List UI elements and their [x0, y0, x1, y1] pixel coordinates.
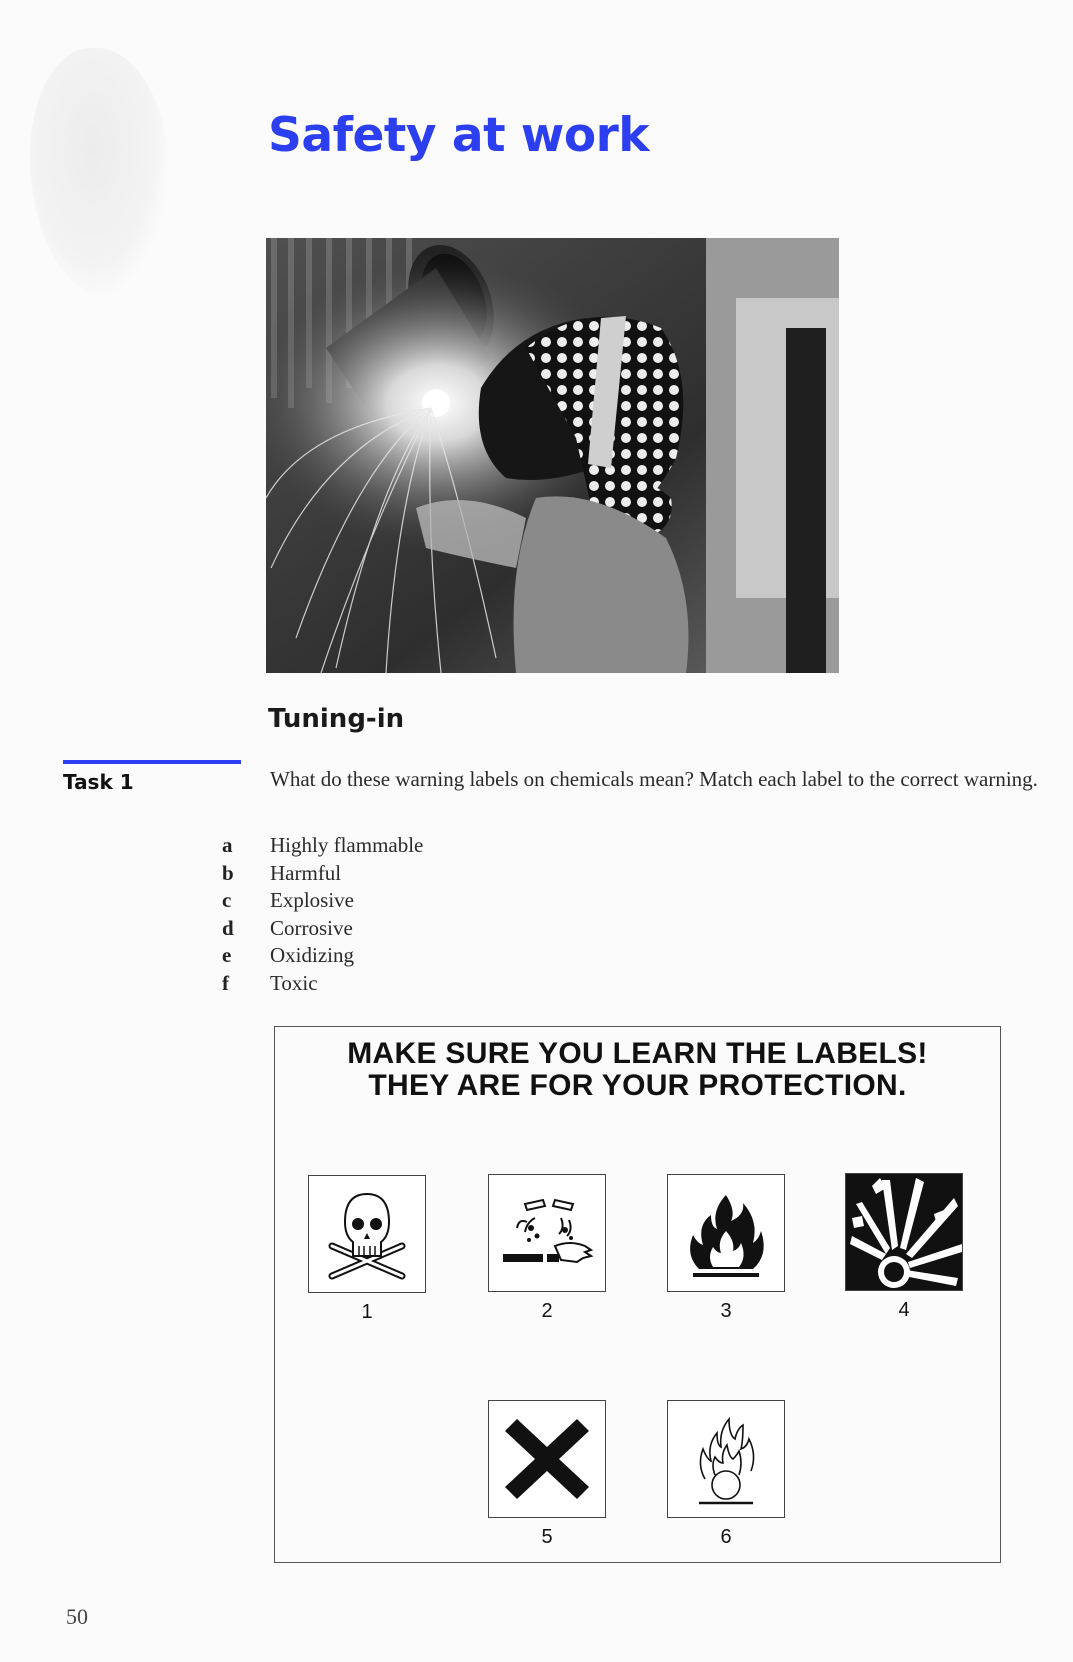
- label-number: 5: [541, 1526, 553, 1548]
- task-divider: [63, 760, 241, 764]
- option-item: c Explosive: [222, 887, 423, 915]
- box-heading-line-2: THEY ARE FOR YOUR PROTECTION.: [368, 1069, 907, 1102]
- explosion-icon: [846, 1174, 962, 1290]
- hazard-label-5: 5: [488, 1400, 606, 1549]
- task-label: Task 1: [63, 770, 134, 794]
- skull-crossbones-icon: [328, 1192, 406, 1280]
- box-heading-line-1: MAKE SURE YOU LEARN THE LABELS!: [347, 1037, 928, 1070]
- label-number: 1: [361, 1301, 373, 1323]
- option-letter: b: [222, 860, 234, 885]
- task-instructions: What do these warning labels on chemical…: [270, 767, 1038, 791]
- option-text: Highly flammable: [270, 833, 424, 857]
- hazard-label-4: 4: [845, 1173, 963, 1322]
- section-heading: Tuning-in: [268, 704, 405, 734]
- flame-over-circle-icon: [699, 1416, 755, 1505]
- page-title: Safety at work: [268, 108, 650, 163]
- option-item: a Highly flammable: [222, 832, 423, 860]
- option-text: Harmful: [270, 860, 342, 885]
- label-number: 4: [898, 1299, 910, 1321]
- option-item: e Oxidizing: [222, 942, 423, 970]
- option-letter: a: [222, 833, 233, 857]
- page-smudge: [30, 48, 170, 298]
- hazard-label-2: 2: [488, 1174, 606, 1323]
- hazard-label-3: 3: [667, 1174, 785, 1323]
- label-number: 6: [720, 1526, 732, 1548]
- cross-x-icon: [505, 1419, 589, 1499]
- option-letter: f: [222, 970, 229, 995]
- option-text: Toxic: [270, 970, 318, 995]
- option-text: Corrosive: [270, 915, 353, 940]
- hazard-label-1: 1: [308, 1175, 426, 1324]
- option-text: Explosive: [270, 888, 354, 913]
- option-text: Oxidizing: [270, 943, 354, 968]
- option-item: d Corrosive: [222, 915, 423, 943]
- label-number: 2: [541, 1300, 553, 1322]
- corrosive-icon: [503, 1198, 594, 1264]
- page-number: 50: [66, 1604, 88, 1629]
- hazard-label-6: 6: [667, 1400, 785, 1549]
- flame-icon: [690, 1195, 764, 1277]
- welder-photo: [266, 238, 839, 673]
- option-letter: d: [222, 915, 234, 940]
- warning-labels-box: MAKE SURE YOU LEARN THE LABELS! THEY ARE…: [274, 1026, 1001, 1563]
- warning-options: a Highly flammable b Harmful c Explosive d C…: [222, 832, 423, 998]
- option-item: b Harmful: [222, 860, 423, 888]
- label-number: 3: [720, 1300, 732, 1322]
- option-letter: e: [222, 943, 232, 968]
- option-letter: c: [222, 888, 232, 913]
- option-item: f Toxic: [222, 970, 423, 998]
